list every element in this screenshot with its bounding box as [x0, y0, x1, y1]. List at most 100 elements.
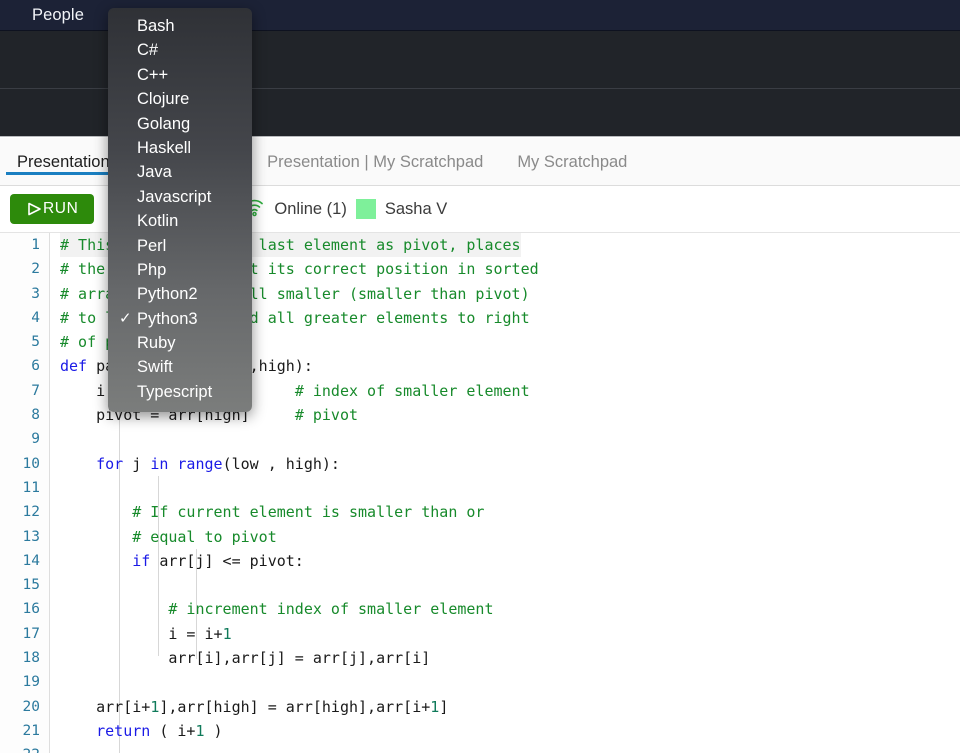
line-number: 17 — [0, 622, 40, 646]
code-line[interactable]: 12 # If current element is smaller than … — [0, 500, 960, 524]
code-token: # If current element is smaller than or — [132, 503, 484, 521]
code-token: ] — [439, 698, 448, 716]
line-number: 7 — [0, 379, 40, 403]
code-line[interactable]: 19 — [0, 670, 960, 694]
language-option-php[interactable]: Php — [108, 258, 252, 282]
menu-item-people[interactable]: People — [14, 0, 102, 31]
user-name-label: Sasha V — [385, 200, 447, 219]
online-status-text: Online (1) — [274, 200, 346, 219]
language-option-label: Perl — [137, 237, 166, 255]
line-number: 9 — [0, 427, 40, 451]
code-token: # equal to pivot — [132, 528, 277, 546]
language-option-perl[interactable]: Perl — [108, 234, 252, 258]
line-number: 13 — [0, 525, 40, 549]
code-token — [60, 722, 96, 740]
tab-presentation-scratchpad-2[interactable]: Presentation | My Scratchpad — [250, 138, 500, 186]
language-option-label: Swift — [137, 358, 173, 376]
code-line-text: for j in range(low , high): — [60, 452, 340, 476]
line-number: 22 — [0, 743, 40, 753]
code-line[interactable]: 22 — [0, 743, 960, 753]
tab-label: My Scratchpad — [517, 153, 627, 172]
code-token: # pivot — [295, 406, 358, 424]
code-line[interactable]: 10 for j in range(low , high): — [0, 452, 960, 476]
code-line[interactable]: 18 arr[i],arr[j] = arr[j],arr[i] — [0, 646, 960, 670]
language-option-label: Javascript — [137, 188, 211, 206]
language-option-label: Java — [137, 163, 172, 181]
language-dropdown-menu[interactable]: Bash C# C++ Clojure Golang Haskell Java Javascr… — [108, 8, 252, 412]
language-option-ruby[interactable]: Ruby — [108, 331, 252, 355]
user-color-swatch — [356, 199, 376, 219]
code-token: 1 — [195, 722, 204, 740]
code-line-text: # increment index of smaller element — [60, 597, 493, 621]
code-line-text: i = i+1 — [60, 622, 232, 646]
code-line-text: # If current element is smaller than or — [60, 500, 484, 524]
code-token: ) — [205, 722, 223, 740]
code-token: ],arr[high] = arr[high],arr[i+ — [159, 698, 430, 716]
tab-my-scratchpad[interactable]: My Scratchpad — [500, 138, 644, 186]
code-token: (low , high): — [223, 455, 340, 473]
code-token: arr[j] <= pivot: — [150, 552, 304, 570]
code-token — [60, 528, 132, 546]
code-line-text: # equal to pivot — [60, 525, 277, 549]
code-token: i = i+ — [60, 625, 223, 643]
language-option-golang[interactable]: Golang — [108, 112, 252, 136]
code-line[interactable]: 15 — [0, 573, 960, 597]
language-option-label: Clojure — [137, 90, 189, 108]
code-line[interactable]: 17 i = i+1 — [0, 622, 960, 646]
code-token — [60, 503, 132, 521]
code-line[interactable]: 9 — [0, 427, 960, 451]
language-option-python3[interactable]: ✓Python3 — [108, 307, 252, 331]
code-token: for — [96, 455, 123, 473]
code-token — [60, 600, 168, 618]
code-token: 1 — [430, 698, 439, 716]
code-token: arr[i+ — [60, 698, 150, 716]
language-option-label: Golang — [137, 115, 190, 133]
line-number: 6 — [0, 354, 40, 378]
language-option-label: C++ — [137, 66, 168, 84]
code-line[interactable]: 14 if arr[j] <= pivot: — [0, 549, 960, 573]
code-token: 1 — [150, 698, 159, 716]
language-option-java[interactable]: Java — [108, 160, 252, 184]
language-option-clojure[interactable]: Clojure — [108, 87, 252, 111]
code-line[interactable]: 21 return ( i+1 ) — [0, 719, 960, 743]
code-line-text: arr[i],arr[j] = arr[j],arr[i] — [60, 646, 430, 670]
language-option-bash[interactable]: Bash — [108, 14, 252, 38]
code-line-text: if arr[j] <= pivot: — [60, 549, 304, 573]
line-number: 4 — [0, 306, 40, 330]
language-option-python2[interactable]: Python2 — [108, 282, 252, 306]
language-option-label: C# — [137, 41, 158, 59]
language-option-haskell[interactable]: Haskell — [108, 136, 252, 160]
code-line[interactable]: 20 arr[i+1],arr[high] = arr[high],arr[i+… — [0, 695, 960, 719]
language-option-kotlin[interactable]: Kotlin — [108, 209, 252, 233]
line-number: 16 — [0, 597, 40, 621]
code-token: # index of smaller element — [295, 382, 530, 400]
code-token — [60, 455, 96, 473]
code-token: j — [123, 455, 150, 473]
code-line-text: return ( i+1 ) — [60, 719, 223, 743]
line-number: 12 — [0, 500, 40, 524]
play-icon — [26, 203, 35, 215]
line-number: 21 — [0, 719, 40, 743]
language-option-label: Php — [137, 261, 166, 279]
language-option-swift[interactable]: Swift — [108, 355, 252, 379]
language-option-javascript[interactable]: Javascript — [108, 185, 252, 209]
app-root: People Tools Help Presentation | My Scra… — [0, 0, 960, 753]
language-option-label: Bash — [137, 17, 175, 35]
code-line[interactable]: 13 # equal to pivot — [0, 525, 960, 549]
language-option-typescript[interactable]: Typescript — [108, 380, 252, 404]
code-token: def — [60, 357, 96, 375]
line-number: 3 — [0, 282, 40, 306]
code-token: 1 — [223, 625, 232, 643]
check-icon: ✓ — [119, 307, 132, 331]
code-token: ( i+ — [150, 722, 195, 740]
line-number: 1 — [0, 233, 40, 257]
code-token — [60, 552, 132, 570]
line-number: 8 — [0, 403, 40, 427]
language-option-c-[interactable]: C++ — [108, 63, 252, 87]
code-line-text: arr[i+1],arr[high] = arr[high],arr[i+1] — [60, 695, 448, 719]
code-token: arr[i],arr[j] = arr[j],arr[i] — [60, 649, 430, 667]
code-line[interactable]: 11 — [0, 476, 960, 500]
run-button[interactable]: RUN — [10, 194, 94, 224]
language-option-c-[interactable]: C# — [108, 38, 252, 62]
code-line[interactable]: 16 # increment index of smaller element — [0, 597, 960, 621]
